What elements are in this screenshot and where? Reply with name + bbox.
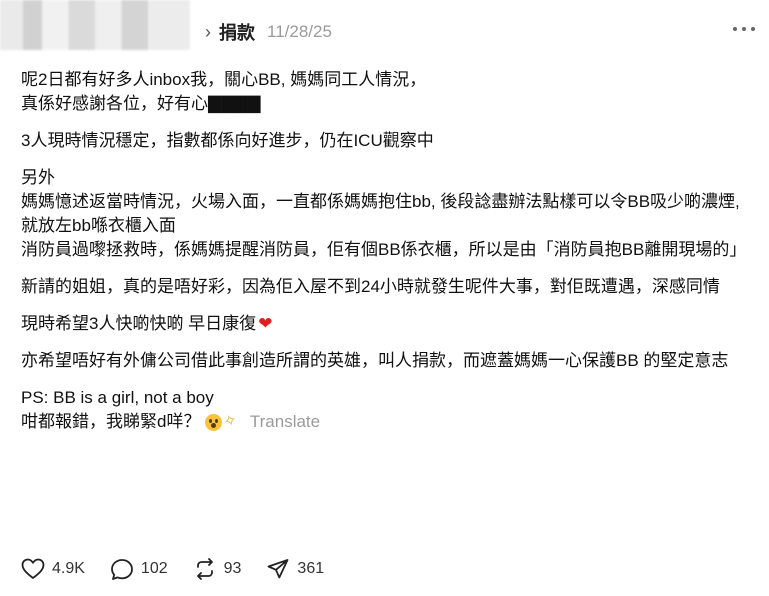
- reply-count: 102: [140, 560, 168, 577]
- share-count: 361: [297, 560, 325, 577]
- share-button[interactable]: 361: [266, 558, 324, 580]
- repost-button[interactable]: 93: [193, 558, 242, 580]
- post-paragraph: 亦希望唔好有外傭公司借此事創造所謂的英雄，叫人捐款，而遮蓋媽媽一心保護BB 的堅…: [21, 351, 729, 370]
- post-paragraph: 呢2日都有好多人inbox我，關心BB, 媽媽同工人情況， 真係好感謝各位，好有…: [21, 70, 427, 113]
- breadcrumb: › 捐款 11/28/25: [205, 20, 332, 44]
- post-paragraph: 另外 媽媽憶述返當時情況，火場入面，一直都係媽媽抱住bb, 後段諗盡辦法點樣可以…: [21, 168, 747, 259]
- post-paragraph: PS: BB is a girl, not a boy: [21, 388, 214, 407]
- heart-icon: [21, 558, 45, 579]
- chevron-right-icon: ›: [205, 22, 211, 42]
- post-date: 11/28/25: [267, 22, 332, 41]
- paragraph-text: 現時希望3人快啲快啲 早日康復: [21, 314, 257, 333]
- blurred-author-area: [0, 0, 190, 50]
- post-paragraph: 新請的姐姐，真的是唔好彩，因為佢入屋不到24小時就發生呢件大事，對佢既遭遇，深感…: [21, 277, 720, 296]
- more-icon[interactable]: [733, 19, 755, 39]
- reply-icon: [111, 559, 133, 580]
- topic-tag[interactable]: 捐款: [219, 19, 255, 45]
- reply-button[interactable]: 102: [110, 558, 168, 580]
- like-button[interactable]: 4.9K: [21, 558, 85, 580]
- paragraph-text: 咁都報錯，我睇緊d咩？: [21, 412, 201, 431]
- post-body: 呢2日都有好多人inbox我，關心BB, 媽媽同工人情況， 真係好感謝各位，好有…: [21, 68, 761, 434]
- translate-link[interactable]: Translate: [250, 410, 320, 434]
- post-paragraph: 現時希望3人快啲快啲 早日康復 ❤: [21, 312, 761, 336]
- repost-count: 93: [223, 560, 242, 577]
- astonished-face-icon: [205, 413, 223, 431]
- post-last-line: 咁都報錯，我睇緊d咩？ ✧ Translate: [21, 410, 761, 434]
- red-heart-icon: ❤: [258, 314, 273, 333]
- post-header: › 捐款 11/28/25: [0, 0, 769, 62]
- share-icon: [268, 559, 289, 579]
- action-bar: 4.9K 102 93 361: [21, 555, 349, 583]
- post-paragraph: 3人現時情況穩定，指數都係向好進步，仍在ICU觀察中: [21, 131, 434, 150]
- dizzy-icon: ✧: [221, 411, 241, 432]
- repost-icon: [196, 558, 213, 580]
- like-count: 4.9K: [52, 560, 85, 577]
